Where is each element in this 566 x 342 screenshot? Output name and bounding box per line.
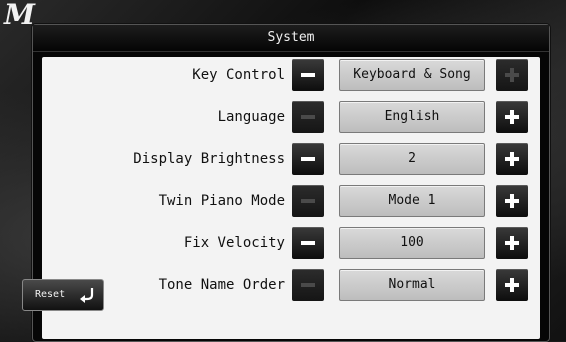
display-brightness-value: 2	[339, 143, 485, 175]
reset-label: Reset	[35, 289, 66, 300]
minus-icon	[301, 115, 315, 119]
key-control-decrement-button[interactable]	[292, 59, 324, 91]
twin-piano-mode-value: Mode 1	[339, 185, 485, 217]
return-arrow-icon	[80, 288, 94, 303]
reset-button[interactable]: Reset	[22, 279, 104, 311]
plus-icon	[505, 236, 519, 250]
plus-icon	[505, 194, 519, 208]
system-dialog: System Key Control Keyboard & Song Langu…	[32, 24, 550, 342]
setting-row-language: Language English	[42, 99, 540, 135]
setting-label: Key Control	[192, 67, 285, 83]
plus-icon	[505, 68, 519, 82]
plus-icon	[505, 110, 519, 124]
plus-icon	[505, 152, 519, 166]
minus-icon	[301, 73, 315, 77]
brand-logo: M	[4, 0, 35, 31]
display-brightness-increment-button[interactable]	[496, 143, 528, 175]
setting-row-twin-piano-mode: Twin Piano Mode Mode 1	[42, 183, 540, 219]
setting-row-fix-velocity: Fix Velocity 100	[42, 225, 540, 261]
tone-name-order-increment-button[interactable]	[496, 269, 528, 301]
key-control-increment-button[interactable]	[496, 59, 528, 91]
tone-name-order-decrement-button[interactable]	[292, 269, 324, 301]
language-increment-button[interactable]	[496, 101, 528, 133]
setting-label: Display Brightness	[133, 151, 285, 167]
minus-icon	[301, 241, 315, 245]
setting-label: Tone Name Order	[158, 277, 285, 293]
tone-name-order-value: Normal	[339, 269, 485, 301]
minus-icon	[301, 199, 315, 203]
display-brightness-decrement-button[interactable]	[292, 143, 324, 175]
minus-icon	[301, 283, 315, 287]
twin-piano-mode-increment-button[interactable]	[496, 185, 528, 217]
settings-panel: Key Control Keyboard & Song Language Eng…	[42, 57, 540, 339]
language-value: English	[339, 101, 485, 133]
dialog-title: System	[33, 25, 549, 52]
fix-velocity-decrement-button[interactable]	[292, 227, 324, 259]
minus-icon	[301, 157, 315, 161]
setting-row-tone-name-order: Tone Name Order Normal	[42, 267, 540, 303]
fix-velocity-value: 100	[339, 227, 485, 259]
setting-label: Twin Piano Mode	[158, 193, 285, 209]
setting-row-display-brightness: Display Brightness 2	[42, 141, 540, 177]
fix-velocity-increment-button[interactable]	[496, 227, 528, 259]
setting-label: Fix Velocity	[183, 235, 285, 251]
language-decrement-button[interactable]	[292, 101, 324, 133]
setting-label: Language	[217, 109, 285, 125]
twin-piano-mode-decrement-button[interactable]	[292, 185, 324, 217]
key-control-value: Keyboard & Song	[339, 59, 485, 91]
plus-icon	[505, 278, 519, 292]
setting-row-key-control: Key Control Keyboard & Song	[42, 57, 540, 93]
